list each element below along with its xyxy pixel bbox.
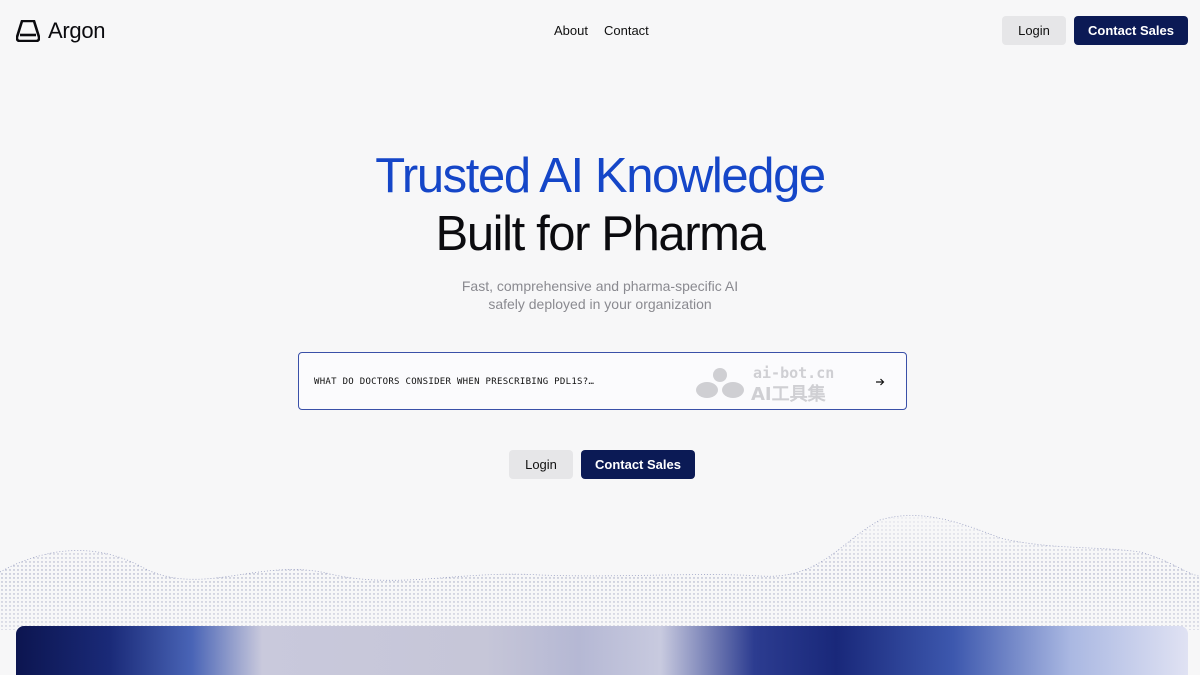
nav-link-contact[interactable]: Contact xyxy=(604,23,649,38)
header-contact-sales-button[interactable]: Contact Sales xyxy=(1074,16,1188,45)
argon-logo-icon xyxy=(16,20,40,42)
hero-title-line-1: Trusted AI Knowledge xyxy=(375,149,826,203)
hero-title-line-2: Built for Pharma xyxy=(435,207,766,261)
main-nav: About Contact xyxy=(554,23,649,38)
dotted-wave-graphic xyxy=(0,480,1200,630)
hero-subtitle: Fast, comprehensive and pharma-specific … xyxy=(0,277,1200,313)
hero-subtitle-line-2: safely deployed in your organization xyxy=(488,296,712,312)
header-login-button[interactable]: Login xyxy=(1002,16,1066,45)
brand-name: Argon xyxy=(48,18,106,43)
cta-contact-sales-button[interactable]: Contact Sales xyxy=(581,450,695,479)
search-box: ai-bot.cn AI工具集 xyxy=(298,352,907,410)
logo[interactable]: Argon xyxy=(16,18,106,44)
arrow-right-icon xyxy=(876,378,885,386)
cta-login-button[interactable]: Login xyxy=(509,450,573,479)
search-submit-button[interactable] xyxy=(872,374,888,390)
gradient-banner xyxy=(16,626,1188,675)
nav-link-about[interactable]: About xyxy=(554,23,588,38)
watermark: ai-bot.cn AI工具集 xyxy=(695,362,855,405)
site-header: Argon About Contact Login Contact Sales xyxy=(0,0,1200,62)
watermark-logo-icon xyxy=(696,368,744,398)
watermark-text-name: AI工具集 xyxy=(751,384,826,405)
hero-subtitle-line-1: Fast, comprehensive and pharma-specific … xyxy=(461,278,739,294)
